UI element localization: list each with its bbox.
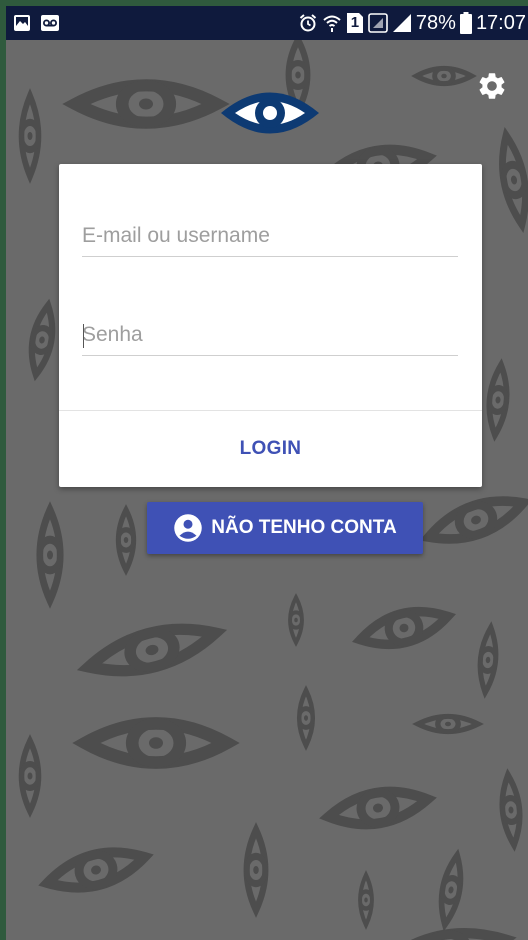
password-input[interactable] xyxy=(82,315,458,356)
eye-logo-icon xyxy=(221,92,319,134)
status-right-icons: 1 78% 17:07 xyxy=(298,6,526,40)
status-left-icons xyxy=(12,13,60,33)
no-account-button[interactable]: NÃO TENHO CONTA xyxy=(147,502,423,554)
gear-icon[interactable] xyxy=(476,70,508,102)
signal-box-icon xyxy=(368,13,388,33)
email-input[interactable] xyxy=(82,216,458,257)
text-cursor xyxy=(83,324,84,348)
sim-slot-number: 1 xyxy=(350,14,360,31)
gallery-icon xyxy=(12,13,32,33)
wifi-icon xyxy=(322,13,342,33)
signal-icon xyxy=(392,13,412,33)
no-account-label: NÃO TENHO CONTA xyxy=(211,517,397,538)
app-screen: 1 78% 17:07 E-mail ou username LOGIN NÃO… xyxy=(6,6,528,940)
login-card: LOGIN xyxy=(59,164,482,487)
clock-time: 17:07 xyxy=(475,11,526,34)
battery-icon xyxy=(459,12,472,34)
voicemail-icon xyxy=(40,13,60,33)
status-bar: 1 78% 17:07 xyxy=(6,6,528,40)
account-circle-icon xyxy=(174,514,203,542)
battery-percent: 78% xyxy=(415,11,456,34)
sim-icon: 1 xyxy=(346,12,364,34)
alarm-icon xyxy=(298,13,318,33)
login-button[interactable]: LOGIN xyxy=(59,411,482,487)
